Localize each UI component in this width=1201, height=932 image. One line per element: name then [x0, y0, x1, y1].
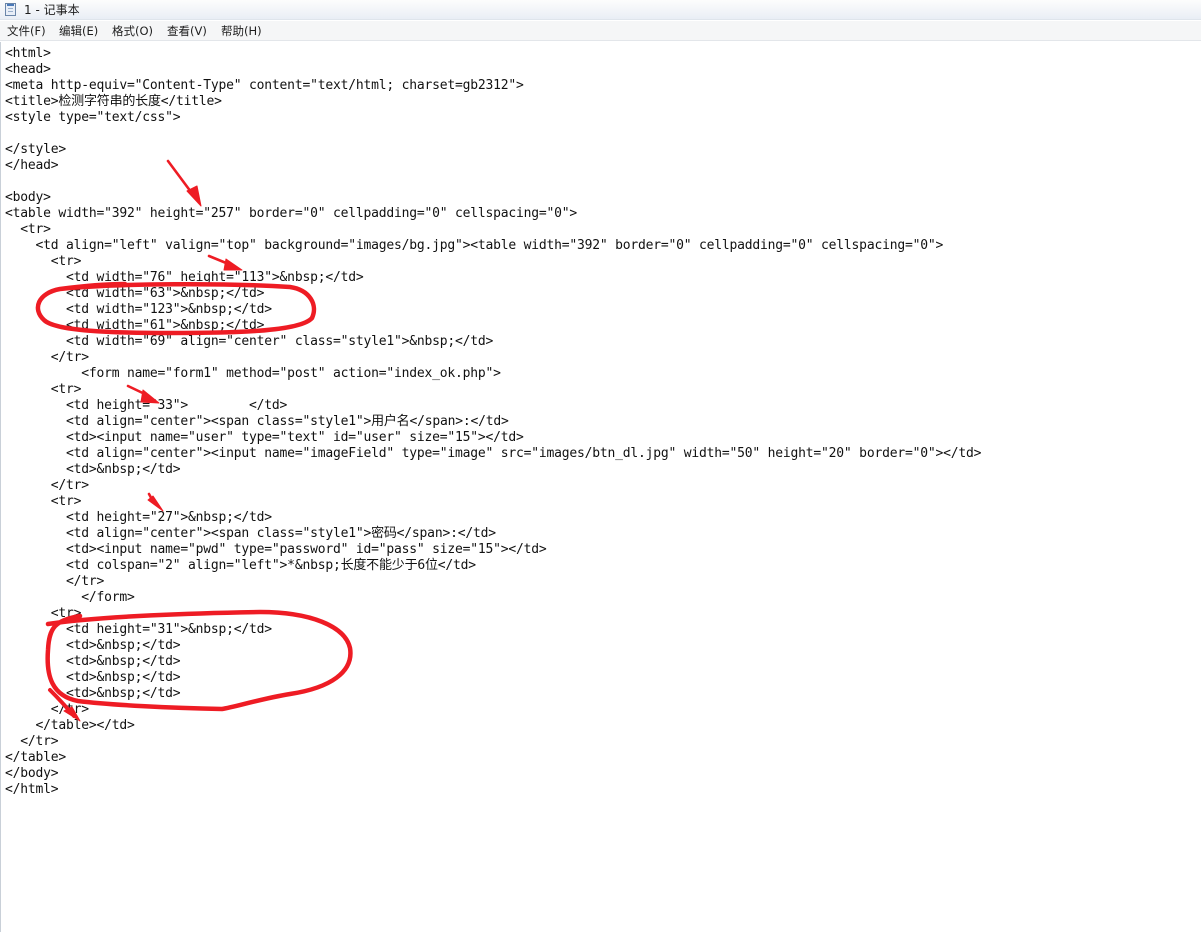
code-line: <body> — [5, 190, 51, 205]
code-line: <td height="31">&nbsp;</td> — [5, 622, 272, 637]
code-line: <meta http-equiv="Content-Type" content=… — [5, 78, 524, 93]
code-line: <td>&nbsp;</td> — [5, 654, 181, 669]
code-line: <td align="left" valign="top" background… — [5, 238, 944, 253]
code-line: <td height="27">&nbsp;</td> — [5, 510, 272, 525]
document-text: <html> <head> <meta http-equiv="Content-… — [5, 46, 981, 798]
notepad-icon — [5, 3, 16, 16]
code-line: <html> — [5, 46, 51, 61]
text-editor-area[interactable]: <html> <head> <meta http-equiv="Content-… — [0, 42, 1201, 932]
code-line: </form> — [5, 590, 135, 605]
code-line: <title>检测字符串的长度</title> — [5, 94, 222, 109]
menu-view[interactable]: 查看(V) — [167, 24, 207, 38]
code-line: <td colspan="2" align="left">*&nbsp;长度不能… — [5, 558, 476, 573]
code-line: </tr> — [5, 478, 89, 493]
code-line: <tr> — [5, 222, 51, 237]
code-line: <td width="63">&nbsp;</td> — [5, 286, 265, 301]
code-line: <style type="text/css"> — [5, 110, 181, 125]
code-line: <td>&nbsp;</td> — [5, 638, 181, 653]
code-line: <td>&nbsp;</td> — [5, 686, 181, 701]
code-line: <tr> — [5, 606, 82, 621]
code-line: </style> — [5, 142, 67, 157]
code-line: <table width="392" height="257" border="… — [5, 206, 577, 221]
code-line: <td width="69" align="center" class="sty… — [5, 334, 494, 349]
code-line: </head> — [5, 158, 59, 173]
code-line: <td height="33"> </td> — [5, 398, 288, 413]
code-line: <td>&nbsp;</td> — [5, 462, 181, 477]
code-line: </tr> — [5, 702, 89, 717]
code-line: </tr> — [5, 574, 105, 589]
code-line: <tr> — [5, 494, 82, 509]
code-line: <td><input name="pwd" type="password" id… — [5, 542, 547, 557]
code-line: <tr> — [5, 382, 82, 397]
code-line: </table> — [5, 750, 67, 765]
window-title: 1 - 记事本 — [24, 3, 80, 17]
menu-edit[interactable]: 编辑(E) — [59, 24, 98, 38]
code-line: <td>&nbsp;</td> — [5, 670, 181, 685]
code-line: <td width="76" height="113">&nbsp;</td> — [5, 270, 364, 285]
menu-bar: 文件(F) 编辑(E) 格式(O) 查看(V) 帮助(H) — [0, 21, 1201, 41]
code-line: </tr> — [5, 350, 89, 365]
menu-help[interactable]: 帮助(H) — [221, 24, 262, 38]
menu-file[interactable]: 文件(F) — [7, 24, 46, 38]
code-line: </table></td> — [5, 718, 135, 733]
code-line: <td align="center"><span class="style1">… — [5, 526, 496, 541]
code-line: <td><input name="user" type="text" id="u… — [5, 430, 524, 445]
code-line: </tr> — [5, 734, 59, 749]
code-line: </body> — [5, 766, 59, 781]
code-line: </html> — [5, 782, 59, 797]
code-line: <td width="123">&nbsp;</td> — [5, 302, 272, 317]
code-line: <td align="center"><input name="imageFie… — [5, 446, 982, 461]
code-line: <td align="center"><span class="style1">… — [5, 414, 509, 429]
menu-format[interactable]: 格式(O) — [112, 24, 153, 38]
code-line: <head> — [5, 62, 51, 77]
code-line: <tr> — [5, 254, 82, 269]
code-line: <td width="61">&nbsp;</td> — [5, 318, 265, 333]
title-bar: 1 - 记事本 — [0, 0, 1201, 20]
code-line: <form name="form1" method="post" action=… — [5, 366, 501, 381]
